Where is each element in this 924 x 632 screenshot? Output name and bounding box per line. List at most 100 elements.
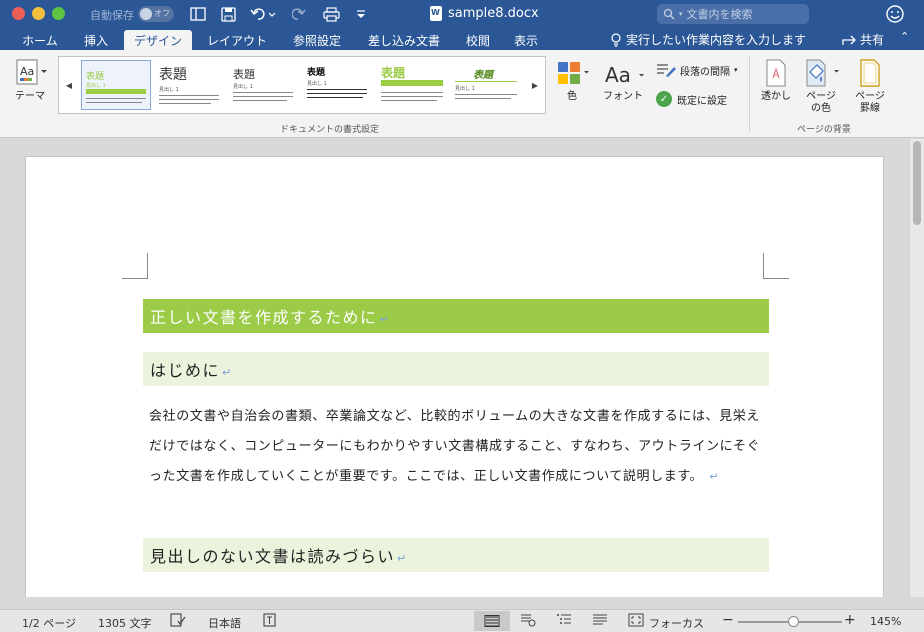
gallery-scroll-right-button[interactable]: ▶ <box>525 57 545 113</box>
watermark-label: 透かし <box>761 91 791 102</box>
watermark-icon <box>766 59 786 87</box>
style-set-item[interactable]: 表題 見出し 1 <box>303 60 373 110</box>
page-count[interactable]: 1/2 ページ <box>22 615 76 631</box>
ribbon-tab-bar: ホーム 挿入 デザイン レイアウト 参照設定 差し込み文書 校閲 表示 実行した… <box>0 28 924 50</box>
document-workspace: 正しい文書を作成するために ↵ はじめに ↵ 会社の文書や自治会の書類、卒業論文など… <box>0 139 910 597</box>
watermark-button[interactable]: 透かし <box>758 58 794 103</box>
themes-icon: Aa <box>16 59 47 85</box>
tab-insert[interactable]: 挿入 <box>76 30 116 50</box>
paragraph-mark-icon: ↵ <box>379 313 391 326</box>
tab-view[interactable]: 表示 <box>506 30 546 50</box>
document-page[interactable]: 正しい文書を作成するために ↵ はじめに ↵ 会社の文書や自治会の書類、卒業論文など… <box>25 156 884 597</box>
body-paragraph[interactable]: 会社の文書や自治会の書類、卒業論文など、比較的ボリュームの大きな文書を作成するに… <box>149 402 761 492</box>
undo-icon[interactable] <box>248 4 278 24</box>
margin-corner-mark <box>122 253 148 279</box>
zoom-level[interactable]: 145% <box>870 615 901 628</box>
font-aa-icon: Aa <box>605 63 644 87</box>
focus-mode-label[interactable]: フォーカス <box>649 615 704 631</box>
heading1-text: 正しい文書を作成するために <box>150 308 378 327</box>
colors-label: 色 <box>567 91 577 102</box>
save-icon[interactable] <box>218 4 238 24</box>
tab-references[interactable]: 参照設定 <box>286 30 348 50</box>
paragraph-spacing-label: 段落の間隔 <box>680 66 730 78</box>
print-layout-icon <box>484 615 500 627</box>
heading2-text: はじめに <box>150 361 221 380</box>
print-layout-view-button[interactable] <box>474 611 510 631</box>
web-layout-icon[interactable] <box>520 613 536 630</box>
minimize-window-button[interactable] <box>32 7 45 20</box>
tab-layout[interactable]: レイアウト <box>200 30 274 50</box>
chevron-down-icon: ▾ <box>734 66 738 74</box>
set-as-default-button[interactable]: ✓ 既定に設定 <box>656 91 727 107</box>
tell-me-input[interactable]: 実行したい作業内容を入力します <box>610 31 806 48</box>
checkmark-icon: ✓ <box>656 91 672 107</box>
title-bar: 自動保存 オフ sample8.docx ▾ 文書内を検索 <box>0 0 924 28</box>
zoom-slider-thumb[interactable] <box>788 616 799 627</box>
vertical-scrollbar[interactable] <box>910 139 924 597</box>
share-label: 共有 <box>860 33 885 47</box>
tab-design[interactable]: デザイン <box>124 30 192 50</box>
sidebar-toggle-icon[interactable] <box>188 4 208 24</box>
body-text: 会社の文書や自治会の書類、卒業論文など、比較的ボリュームの大きな文書を作成するに… <box>149 409 761 484</box>
paragraph-mark-icon: ↵ <box>705 470 720 483</box>
tab-home[interactable]: ホーム <box>14 30 66 50</box>
tab-mailings[interactable]: 差し込み文書 <box>360 30 448 50</box>
style-set-item[interactable]: 表題 見出し 1 <box>451 60 521 110</box>
margin-corner-mark <box>763 253 789 279</box>
autosave-toggle[interactable]: オフ <box>138 6 174 22</box>
heading2-paragraph[interactable]: 見出しのない文書は読みづらい ↵ <box>143 538 769 572</box>
share-button[interactable]: 共有 <box>842 31 884 48</box>
themes-button[interactable]: Aa テーマ <box>10 58 50 103</box>
draft-view-icon[interactable] <box>592 613 608 630</box>
redo-icon[interactable] <box>290 4 308 24</box>
style-set-item[interactable]: 表題 見出し 1 <box>229 60 299 110</box>
word-document-icon <box>430 6 442 21</box>
fullscreen-window-button[interactable] <box>52 7 65 20</box>
svg-text:Aa: Aa <box>20 65 34 78</box>
proofing-icon[interactable] <box>170 613 186 630</box>
page-background-group-label: ページの背景 <box>797 125 851 135</box>
gallery-scroll-left-button[interactable]: ◀ <box>59 57 79 113</box>
customize-toolbar-icon[interactable] <box>354 4 368 24</box>
set-default-label: 既定に設定 <box>677 95 727 107</box>
svg-text:Aa: Aa <box>605 63 631 87</box>
paragraph-mark-icon: ↵ <box>222 366 233 379</box>
page-borders-label: ページ 罫線 <box>855 91 885 114</box>
print-icon[interactable] <box>320 4 342 24</box>
share-icon <box>842 35 856 45</box>
style-set-item[interactable]: 表題 見出し 1 <box>81 60 151 110</box>
document-search-input[interactable]: ▾ 文書内を検索 <box>657 4 809 24</box>
paragraph-spacing-button[interactable]: 段落の間隔 ▾ <box>656 62 738 78</box>
ribbon: Aa テーマ ◀ 表題 見出し 1 表題 見出し 1 表題 見出し 1 表題 見… <box>0 50 924 138</box>
page-color-button[interactable]: ページ の色 <box>800 58 842 115</box>
tab-review[interactable]: 校閲 <box>458 30 498 50</box>
zoom-out-button[interactable]: − <box>722 612 734 628</box>
outline-view-icon[interactable] <box>556 613 572 630</box>
language-indicator[interactable]: 日本語 <box>208 615 241 631</box>
word-count[interactable]: 1305 文字 <box>98 615 152 631</box>
document-title-text: sample8.docx <box>448 6 539 21</box>
style-set-gallery: ◀ 表題 見出し 1 表題 見出し 1 表題 見出し 1 表題 見出し 1 表題… <box>58 56 546 114</box>
page-borders-icon <box>860 59 880 87</box>
zoom-in-button[interactable]: + <box>844 612 856 628</box>
heading2-paragraph[interactable]: はじめに ↵ <box>143 352 769 386</box>
scrollbar-thumb[interactable] <box>913 141 921 225</box>
lightbulb-icon <box>611 32 621 47</box>
paragraph-mark-icon: ↵ <box>397 552 408 565</box>
style-set-item[interactable]: 表題 <box>377 60 447 110</box>
collapse-ribbon-icon[interactable]: ⌃ <box>900 30 909 43</box>
document-format-group-label: ドキュメントの書式設定 <box>280 125 380 135</box>
theme-fonts-button[interactable]: Aa フォント <box>600 60 646 103</box>
heading1-paragraph[interactable]: 正しい文書を作成するために ↵ <box>143 299 769 333</box>
color-palette-icon <box>558 62 589 84</box>
close-window-button[interactable] <box>12 7 25 20</box>
search-icon <box>663 8 675 20</box>
theme-colors-button[interactable]: 色 <box>554 60 590 103</box>
macro-record-icon[interactable] <box>262 613 278 630</box>
style-set-item[interactable]: 表題 見出し 1 <box>155 60 225 110</box>
chevron-down-icon: ▾ <box>679 10 683 18</box>
focus-mode-icon[interactable] <box>628 613 644 630</box>
page-borders-button[interactable]: ページ 罫線 <box>850 58 890 115</box>
feedback-smiley-icon[interactable] <box>885 4 905 24</box>
search-placeholder: 文書内を検索 <box>686 8 753 21</box>
